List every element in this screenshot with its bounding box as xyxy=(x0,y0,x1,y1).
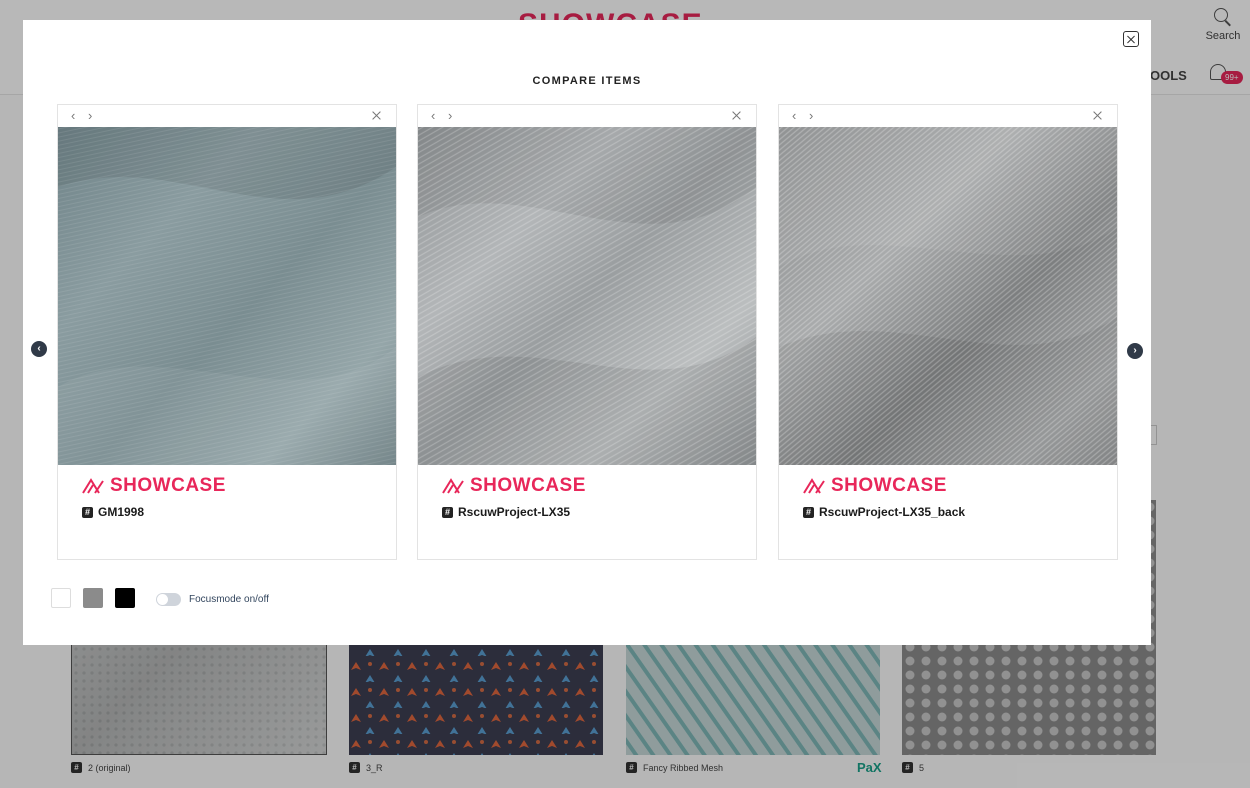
showcase-logo: SHOWCASE xyxy=(442,475,586,497)
item-id-text: RscuwProject-LX35 xyxy=(458,505,571,519)
compare-items-modal: COMPARE ITEMS ‹ › ‹ › SHOWCASE # GM1998 … xyxy=(23,20,1151,645)
background-swatch-white[interactable] xyxy=(51,588,71,608)
fabric-texture xyxy=(418,127,756,465)
card-toolbar: ‹ › xyxy=(418,105,756,127)
chevron-right-icon[interactable]: › xyxy=(1127,343,1143,359)
item-id: # RscuwProject-LX35 xyxy=(442,505,570,519)
chevron-left-icon[interactable]: ‹ xyxy=(31,341,47,357)
background-swatch-black[interactable] xyxy=(115,588,135,608)
chevron-left-icon[interactable]: ‹ xyxy=(792,109,796,122)
fabric-image[interactable] xyxy=(418,127,756,465)
chevron-left-icon[interactable]: ‹ xyxy=(71,109,75,122)
hash-icon: # xyxy=(82,506,93,518)
close-icon[interactable] xyxy=(371,110,382,121)
compare-card: ‹ › xyxy=(778,104,1118,560)
chevron-left-icon[interactable]: ‹ xyxy=(431,109,435,122)
card-toolbar: ‹ › xyxy=(779,105,1117,127)
hash-icon: # xyxy=(442,506,453,518)
showcase-logo: SHOWCASE xyxy=(803,475,947,497)
card-toolbar: ‹ › xyxy=(58,105,396,127)
fabric-image[interactable] xyxy=(779,127,1117,465)
showcase-logo-icon xyxy=(803,478,825,494)
showcase-logo-text: SHOWCASE xyxy=(470,475,586,496)
showcase-logo: SHOWCASE xyxy=(82,475,226,497)
fabric-image[interactable] xyxy=(58,127,396,465)
fabric-texture xyxy=(779,127,1117,465)
item-id: # GM1998 xyxy=(82,505,144,519)
showcase-logo-text: SHOWCASE xyxy=(831,475,947,496)
showcase-logo-icon xyxy=(82,478,104,494)
focus-mode-label: Focusmode on/off xyxy=(189,594,269,605)
item-id-text: GM1998 xyxy=(98,505,145,519)
chevron-right-icon[interactable]: › xyxy=(88,109,92,122)
showcase-logo-text: SHOWCASE xyxy=(110,475,226,496)
compare-card: ‹ › xyxy=(417,104,757,560)
compare-card: ‹ › xyxy=(57,104,397,560)
close-icon[interactable] xyxy=(731,110,742,121)
focus-mode-toggle[interactable] xyxy=(156,593,181,606)
close-icon[interactable] xyxy=(1123,31,1139,47)
background-swatch-grey[interactable] xyxy=(83,588,103,608)
item-id: # RscuwProject-LX35_back xyxy=(803,505,965,519)
fabric-texture xyxy=(58,127,396,465)
toggle-knob xyxy=(157,594,168,605)
hash-icon: # xyxy=(803,506,814,518)
chevron-right-icon[interactable]: › xyxy=(448,109,452,122)
modal-title: COMPARE ITEMS xyxy=(532,75,642,87)
item-id-text: RscuwProject-LX35_back xyxy=(819,505,966,519)
chevron-right-icon[interactable]: › xyxy=(809,109,813,122)
close-icon[interactable] xyxy=(1092,110,1103,121)
showcase-logo-icon xyxy=(442,478,464,494)
